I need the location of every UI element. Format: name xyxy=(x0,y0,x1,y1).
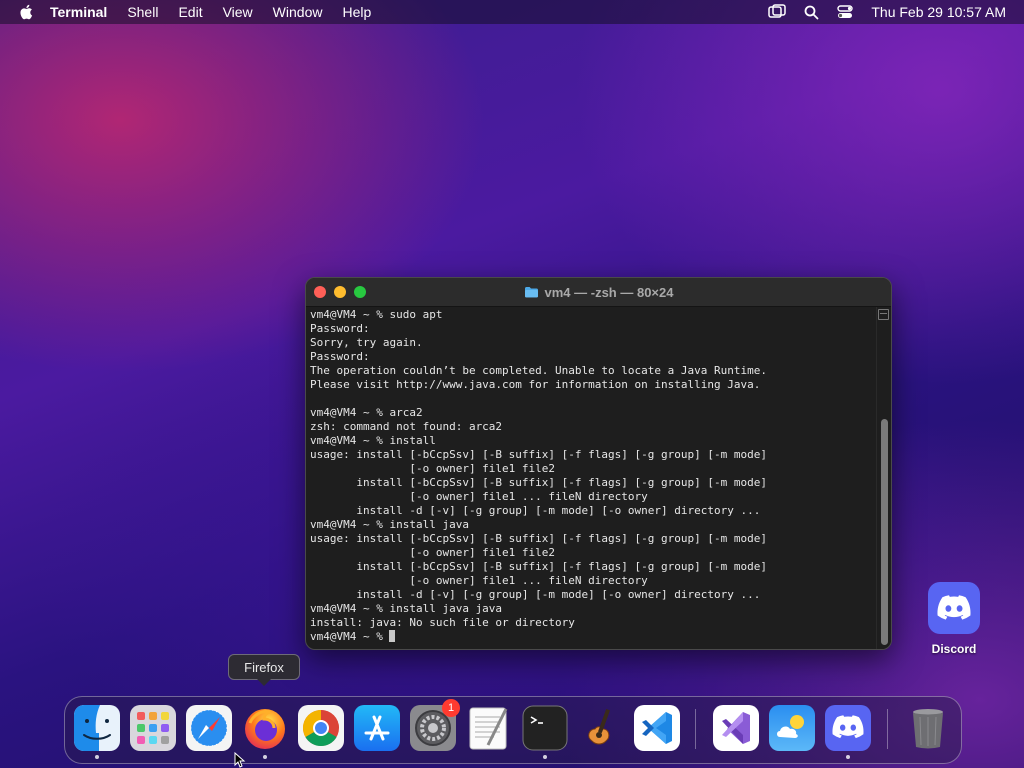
running-indicator xyxy=(263,755,267,759)
terminal-body[interactable]: vm4@VM4 ~ % sudo apt Password: Sorry, tr… xyxy=(306,307,891,649)
dock-safari[interactable] xyxy=(186,705,232,751)
trash-icon xyxy=(913,709,943,749)
chrome-icon xyxy=(298,705,344,751)
dock-chrome[interactable] xyxy=(298,705,344,751)
terminal-line: zsh: command not found: arca2 xyxy=(310,420,503,433)
safari-icon xyxy=(186,705,232,751)
terminal-line: Please visit http://www.java.com for inf… xyxy=(310,378,761,391)
dock: 1 xyxy=(64,696,962,764)
mouse-pointer-icon xyxy=(234,752,246,768)
dock-tooltip: Firefox xyxy=(228,654,300,686)
dock-discord[interactable] xyxy=(825,705,871,759)
garageband-icon xyxy=(588,709,610,745)
screen-mirroring-icon[interactable] xyxy=(768,4,787,20)
terminal-line: install: java: No such file or directory xyxy=(310,616,575,629)
dock-separator xyxy=(695,709,696,749)
dock-garageband[interactable] xyxy=(578,705,624,751)
terminal-line: usage: install [-bCcpSsv] [-B suffix] [-… xyxy=(310,448,767,461)
terminal-line: install [-bCcpSsv] [-B suffix] [-f flags… xyxy=(310,476,767,489)
menu-edit[interactable]: Edit xyxy=(178,4,202,20)
folder-icon xyxy=(524,286,539,298)
dock-visual-studio[interactable] xyxy=(713,705,759,751)
terminal-line: usage: install [-bCcpSsv] [-B suffix] [-… xyxy=(310,532,767,545)
window-controls xyxy=(314,286,374,298)
menu-clock[interactable]: Thu Feb 29 10:57 AM xyxy=(871,4,1006,20)
terminal-line: [-o owner] file1 ... fileN directory xyxy=(310,490,648,503)
finder-icon xyxy=(74,705,120,751)
menu-view[interactable]: View xyxy=(223,4,253,20)
search-icon[interactable] xyxy=(804,5,819,20)
terminal-icon xyxy=(522,705,568,751)
terminal-line: vm4@VM4 ~ % install xyxy=(310,434,436,447)
app-store-icon xyxy=(354,705,400,751)
dock-firefox[interactable] xyxy=(242,705,288,759)
terminal-line: install -d [-v] [-g group] [-m mode] [-o… xyxy=(310,504,761,517)
terminal-line: vm4@VM4 ~ % install java java xyxy=(310,602,503,615)
dock-separator xyxy=(887,709,888,749)
weather-icon xyxy=(769,705,815,751)
terminal-line: [-o owner] file1 ... fileN directory xyxy=(310,574,648,587)
terminal-line: [-o owner] file1 file2 xyxy=(310,462,556,475)
discord-icon xyxy=(825,705,871,751)
minimize-button[interactable] xyxy=(334,286,346,298)
dock-system-settings[interactable]: 1 xyxy=(410,699,460,751)
apple-icon[interactable] xyxy=(18,3,36,21)
split-pane-icon[interactable] xyxy=(878,309,889,320)
dock-trash[interactable] xyxy=(905,705,951,751)
zoom-button[interactable] xyxy=(354,286,366,298)
running-indicator xyxy=(543,755,547,759)
terminal-titlebar[interactable]: vm4 — -zsh — 80×24 xyxy=(306,278,891,307)
dock-finder[interactable] xyxy=(74,705,120,759)
terminal-line: The operation couldn’t be completed. Una… xyxy=(310,364,767,377)
discord-icon[interactable] xyxy=(928,582,980,634)
terminal-line: install [-bCcpSsv] [-B suffix] [-f flags… xyxy=(310,560,767,573)
dock-app-store[interactable] xyxy=(354,705,400,751)
terminal-window[interactable]: vm4 — -zsh — 80×24 vm4@VM4 ~ % sudo apt … xyxy=(305,277,892,650)
terminal-scrollbar[interactable] xyxy=(876,307,891,649)
terminal-line: vm4@VM4 ~ % arca2 xyxy=(310,406,423,419)
dock-weather[interactable] xyxy=(769,705,815,751)
running-indicator xyxy=(846,755,850,759)
terminal-output[interactable]: vm4@VM4 ~ % sudo apt Password: Sorry, tr… xyxy=(310,308,869,644)
terminal-line: Password: xyxy=(310,322,370,335)
text-cursor xyxy=(389,630,396,642)
desktop-discord-shortcut[interactable]: Discord xyxy=(922,582,986,656)
close-button[interactable] xyxy=(314,286,326,298)
menu-window[interactable]: Window xyxy=(273,4,323,20)
terminal-line: Sorry, try again. xyxy=(310,336,423,349)
menu-extras: Thu Feb 29 10:57 AM xyxy=(768,0,1024,24)
notification-badge: 1 xyxy=(442,699,460,717)
dock-terminal[interactable] xyxy=(522,705,568,759)
visual-studio-icon xyxy=(713,705,759,751)
scrollbar-thumb[interactable] xyxy=(881,419,888,645)
dock-launchpad[interactable] xyxy=(130,705,176,751)
launchpad-icon xyxy=(130,705,176,751)
terminal-prompt: vm4@VM4 ~ % xyxy=(310,630,390,643)
menu-help[interactable]: Help xyxy=(342,4,371,20)
running-indicator xyxy=(95,755,99,759)
firefox-icon xyxy=(245,709,285,749)
menu-bar: Terminal Shell Edit View Window Help Thu… xyxy=(0,0,1024,24)
window-title: vm4 — -zsh — 80×24 xyxy=(524,284,674,300)
menu-shell[interactable]: Shell xyxy=(127,4,158,20)
window-title-text: vm4 — -zsh — 80×24 xyxy=(544,284,674,300)
terminal-line: vm4@VM4 ~ % sudo apt xyxy=(310,308,443,321)
dock-textedit[interactable] xyxy=(466,705,512,751)
textedit-icon xyxy=(469,707,508,750)
terminal-line: [-o owner] file1 file2 xyxy=(310,546,556,559)
dock-vscode[interactable] xyxy=(634,705,680,751)
vscode-icon xyxy=(634,705,680,751)
terminal-line: Password: xyxy=(310,350,370,363)
terminal-line: install -d [-v] [-g group] [-m mode] [-o… xyxy=(310,588,761,601)
control-center-icon[interactable] xyxy=(837,5,854,19)
terminal-line: vm4@VM4 ~ % install java xyxy=(310,518,469,531)
menu-app-terminal[interactable]: Terminal xyxy=(50,4,107,20)
desktop-discord-label[interactable]: Discord xyxy=(922,642,986,656)
